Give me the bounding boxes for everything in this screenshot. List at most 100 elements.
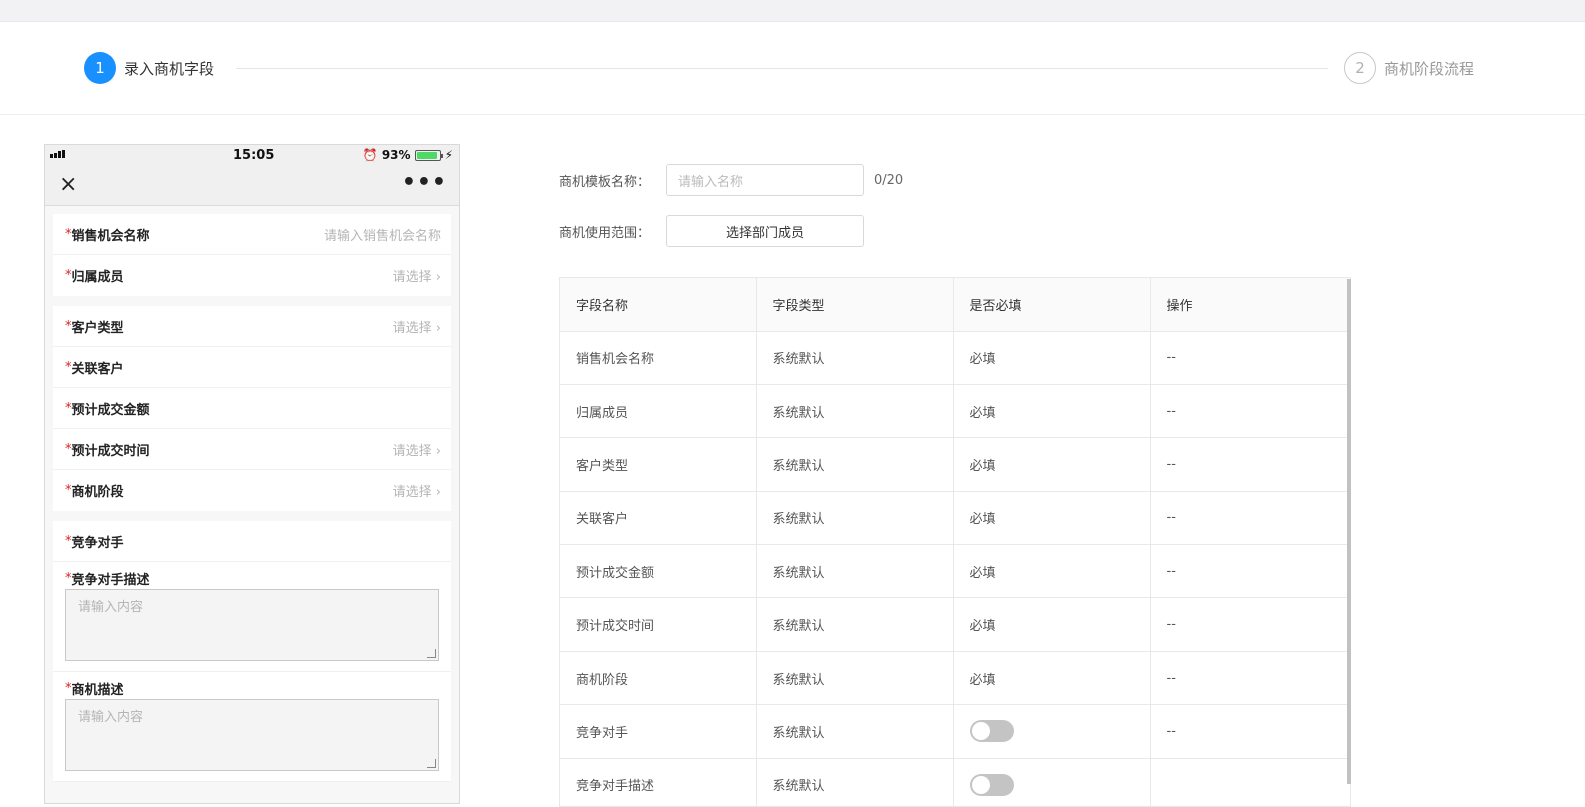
cell-type: 系统默认: [756, 437, 954, 492]
field-label: 归属成员: [71, 270, 124, 285]
cell-action: [1150, 758, 1348, 806]
competitor-desc-textarea[interactable]: 请输入内容: [65, 589, 439, 661]
cell-required: [953, 758, 1151, 806]
form-row-stage[interactable]: * 商机阶段 请选择 ›: [53, 470, 451, 511]
form-row-expected-amount[interactable]: * 预计成交金额: [53, 388, 451, 429]
form-group-1: * 销售机会名称 请输入销售机会名称 * 归属成员 请选择 ›: [53, 214, 451, 296]
cell-type: 系统默认: [756, 384, 954, 439]
form-row-customer-type[interactable]: * 客户类型 请选择 ›: [53, 306, 451, 347]
col-header-name: 字段名称: [560, 278, 757, 332]
cell-name: 关联客户: [560, 491, 757, 546]
field-label: 竞争对手描述: [71, 572, 150, 588]
field-label: 预计成交时间: [71, 443, 150, 459]
field-label: 客户类型: [71, 320, 124, 336]
cell-name: 预计成交时间: [560, 597, 757, 652]
table-row: 销售机会名称 系统默认 必填 --: [560, 331, 1348, 385]
cell-type: 系统默认: [756, 491, 954, 546]
status-time: 15:05: [233, 148, 275, 163]
cell-name: 竞争对手描述: [560, 758, 757, 806]
field-placeholder: 请输入销售机会名称: [323, 228, 441, 244]
field-label: 商机描述: [71, 682, 124, 698]
field-label: 商机阶段: [71, 485, 124, 500]
more-icon[interactable]: •••: [402, 170, 447, 195]
table-row: 竞争对手描述 系统默认: [560, 758, 1348, 806]
form-row-competitor-desc: * 竞争对手描述 请输入内容: [53, 562, 451, 672]
table-scrollbar[interactable]: [1347, 279, 1351, 784]
form-group-2: * 客户类型 请选择 › * 关联客户 * 预计成交金额 * 预计成交时间 请选…: [53, 306, 451, 511]
cell-required: 必填: [953, 597, 1151, 652]
cell-action: --: [1150, 437, 1348, 492]
cell-action: --: [1150, 384, 1348, 439]
col-header-required: 是否必填: [953, 278, 1151, 332]
cell-name: 竞争对手: [560, 704, 757, 759]
signal-icon: [50, 150, 65, 158]
form-row-expected-date[interactable]: * 预计成交时间 请选择 ›: [53, 429, 451, 470]
field-placeholder: 请选择 ›: [392, 270, 441, 285]
cell-action: --: [1150, 704, 1348, 759]
step-1-label: 录入商机字段: [124, 59, 215, 78]
close-icon[interactable]: ×: [59, 172, 77, 197]
table-row: 竞争对手 系统默认 --: [560, 704, 1348, 759]
stepper: 1 录入商机字段 2 商机阶段流程: [0, 22, 1585, 115]
step-2-number: 2: [1344, 52, 1376, 84]
cell-name: 客户类型: [560, 437, 757, 492]
select-members-button[interactable]: 选择部门成员: [666, 215, 864, 247]
form-row-opportunity-name[interactable]: * 销售机会名称 请输入销售机会名称: [53, 214, 451, 255]
field-placeholder: 请选择 ›: [392, 320, 441, 336]
alarm-icon: ⏰: [362, 148, 378, 162]
required-toggle[interactable]: [969, 773, 1014, 796]
cell-type: 系统默认: [756, 597, 954, 652]
step-1-number: 1: [84, 52, 116, 84]
phone-nav-bar: × •••: [45, 165, 459, 206]
form-row-opportunity-desc: * 商机描述 请输入内容: [53, 672, 451, 782]
template-name-label: 商机模板名称：: [559, 174, 651, 190]
cell-name: 商机阶段: [560, 651, 757, 706]
cell-action: --: [1150, 544, 1348, 599]
step-connector: [236, 68, 1328, 69]
field-label: 关联客户: [71, 361, 124, 377]
battery-percent: 93%: [381, 148, 411, 162]
table-row: 归属成员 系统默认 必填 --: [560, 384, 1348, 439]
table-row: 预计成交金额 系统默认 必填 --: [560, 544, 1348, 599]
form-row-competitor[interactable]: * 竞争对手: [53, 521, 451, 562]
step-1[interactable]: 1 录入商机字段: [84, 52, 214, 84]
template-name-row: 商机模板名称： 请输入名称 0/20: [559, 164, 903, 196]
table-row: 客户类型 系统默认 必填 --: [560, 437, 1348, 492]
cell-required: [953, 704, 1151, 759]
cell-action: --: [1150, 597, 1348, 652]
cell-type: 系统默认: [756, 651, 954, 706]
cell-type: 系统默认: [756, 544, 954, 599]
col-header-action: 操作: [1150, 278, 1348, 332]
cell-required: 必填: [953, 491, 1151, 546]
field-label: 预计成交金额: [71, 402, 150, 418]
cell-name: 预计成交金额: [560, 544, 757, 599]
top-strip: [0, 0, 1585, 22]
cell-type: 系统默认: [756, 331, 954, 385]
table-row: 关联客户 系统默认 必填 --: [560, 491, 1348, 546]
form-group-3: * 竞争对手 * 竞争对手描述 请输入内容 * 商机描述 请输入内容: [53, 521, 451, 782]
table-row: 商机阶段 系统默认 必填 --: [560, 651, 1348, 706]
field-placeholder: 请选择 ›: [392, 485, 441, 500]
cell-action: --: [1150, 491, 1348, 546]
required-toggle[interactable]: [969, 720, 1014, 743]
form-row-related-customer[interactable]: * 关联客户: [53, 347, 451, 388]
cell-name: 销售机会名称: [560, 331, 757, 385]
cell-required: 必填: [953, 437, 1151, 492]
cell-name: 归属成员: [560, 384, 757, 439]
field-label: 竞争对手: [71, 535, 124, 551]
step-2[interactable]: 2 商机阶段流程: [1344, 52, 1474, 84]
battery-icon: [414, 149, 443, 161]
cell-type: 系统默认: [756, 758, 954, 806]
cell-required: 必填: [953, 651, 1151, 706]
field-placeholder: 请选择 ›: [392, 443, 441, 459]
cell-required: 必填: [953, 384, 1151, 439]
template-name-input[interactable]: 请输入名称: [666, 164, 864, 196]
field-label: 销售机会名称: [71, 228, 150, 244]
table-header: 字段名称 字段类型 是否必填 操作: [560, 278, 1348, 332]
phone-preview: 15:05 ⏰ 93% ⚡ × ••• * 销售机会名称 请输入销售机会名称 *…: [44, 144, 460, 804]
fields-table: 字段名称 字段类型 是否必填 操作 销售机会名称 系统默认 必填 -- 归属成员…: [559, 277, 1351, 807]
opportunity-desc-textarea[interactable]: 请输入内容: [65, 699, 439, 771]
form-row-owner[interactable]: * 归属成员 请选择 ›: [53, 255, 451, 296]
table-row: 预计成交时间 系统默认 必填 --: [560, 597, 1348, 652]
scope-label: 商机使用范围：: [559, 225, 651, 241]
